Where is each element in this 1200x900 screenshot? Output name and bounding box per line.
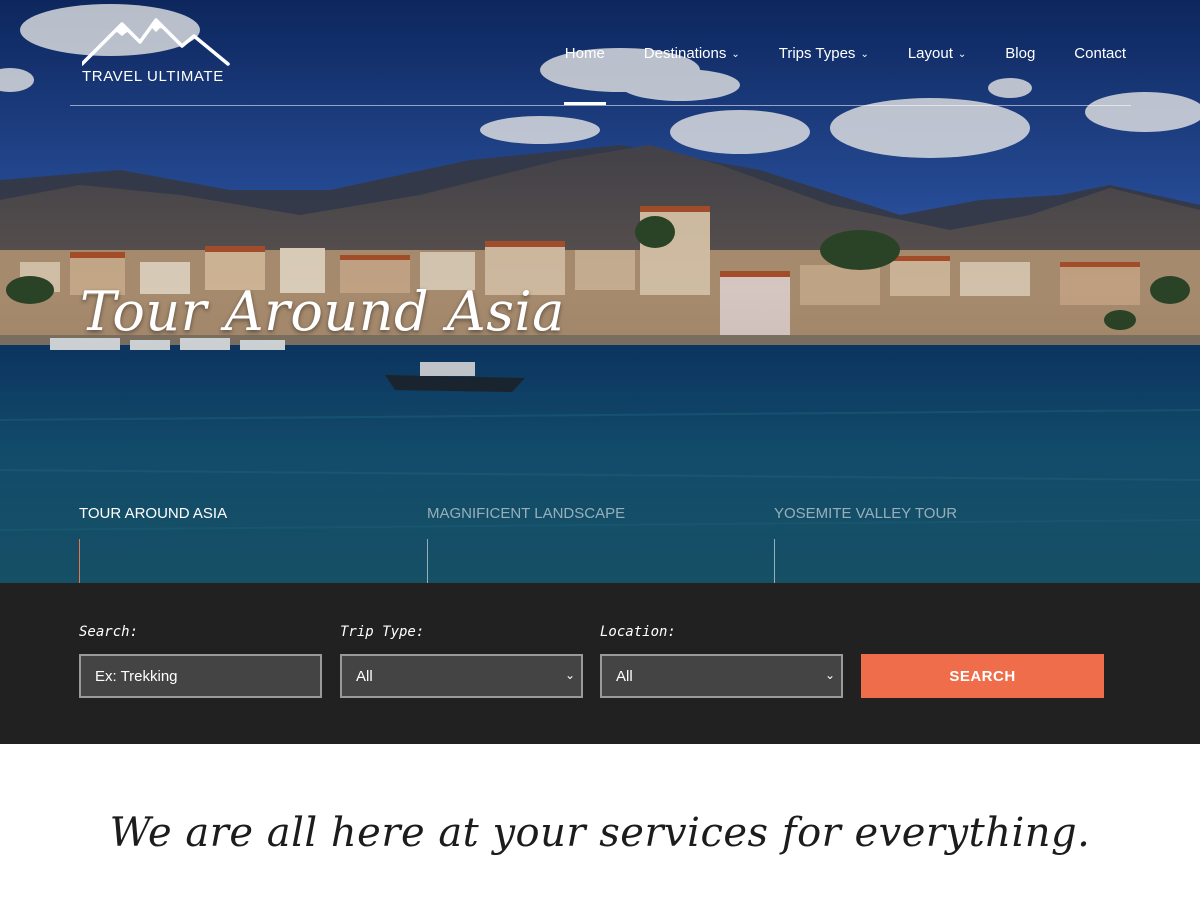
header-divider <box>70 105 1131 106</box>
trip-type-select[interactable]: All ⌄ <box>340 654 583 698</box>
slide-tab-tour-around-asia[interactable]: TOUR AROUND ASIA <box>79 505 409 583</box>
nav-item-label: Home <box>564 44 605 62</box>
search-label: Search: <box>79 624 139 640</box>
chevron-down-icon: ⌄ <box>860 48 869 60</box>
nav-item-blog[interactable]: Blog <box>1005 43 1035 63</box>
nav-item-label: Trips Types <box>778 44 856 62</box>
slide-tab-label: MAGNIFICENT LANDSCAPE <box>427 505 626 522</box>
slide-tab-yosemite-valley-tour[interactable]: YOSEMITE VALLEY TOUR <box>774 505 1104 583</box>
hero-section: TRAVEL ULTIMATE Home Destinations ⌄ Trip… <box>0 0 1200 583</box>
nav-item-home[interactable]: Home <box>563 43 606 105</box>
location-select[interactable]: All ⌄ <box>600 654 843 698</box>
nav-item-label: Destinations <box>643 44 727 62</box>
search-button[interactable]: SEARCH <box>861 654 1104 698</box>
nav-item-label: Blog <box>1005 44 1036 62</box>
site-logo[interactable]: TRAVEL ULTIMATE <box>82 16 232 88</box>
slide-progress-line <box>427 539 428 583</box>
trip-type-value: All <box>356 667 373 685</box>
location-label: Location: <box>600 624 676 640</box>
chevron-down-icon: ⌄ <box>824 668 835 682</box>
nav-item-label: Contact <box>1074 44 1126 62</box>
hero-title: Tour Around Asia <box>80 280 565 343</box>
mountain-icon <box>82 18 230 66</box>
search-field[interactable] <box>79 654 322 698</box>
chevron-down-icon: ⌄ <box>564 668 575 682</box>
slide-progress-line <box>79 539 80 583</box>
logo-text: TRAVEL ULTIMATE <box>82 68 224 85</box>
location-value: All <box>616 667 633 685</box>
slide-tab-label: TOUR AROUND ASIA <box>79 505 228 522</box>
chevron-down-icon: ⌄ <box>957 48 967 60</box>
search-input[interactable] <box>95 667 306 685</box>
main-navigation: Home Destinations ⌄ Trips Types ⌄ Layout… <box>526 43 1126 105</box>
trip-type-label: Trip Type: <box>340 624 425 640</box>
nav-item-destinations[interactable]: Destinations ⌄ <box>644 43 740 63</box>
services-tagline: We are all here at your services for eve… <box>109 810 1091 856</box>
nav-item-label: Layout <box>907 44 953 62</box>
slider-tabs: TOUR AROUND ASIA MAGNIFICENT LANDSCAPE Y… <box>79 505 1124 583</box>
nav-item-trips-types[interactable]: Trips Types ⌄ <box>779 43 869 63</box>
chevron-down-icon: ⌄ <box>731 48 740 60</box>
slide-tab-magnificent-landscape[interactable]: MAGNIFICENT LANDSCAPE <box>427 505 757 583</box>
slide-tab-label: YOSEMITE VALLEY TOUR <box>774 505 958 522</box>
slide-progress-line <box>774 539 775 583</box>
nav-item-contact[interactable]: Contact <box>1074 43 1126 63</box>
trip-search-form: Search: Trip Type: All ⌄ Location: All ⌄… <box>0 583 1200 744</box>
nav-item-layout[interactable]: Layout ⌄ <box>908 43 966 63</box>
